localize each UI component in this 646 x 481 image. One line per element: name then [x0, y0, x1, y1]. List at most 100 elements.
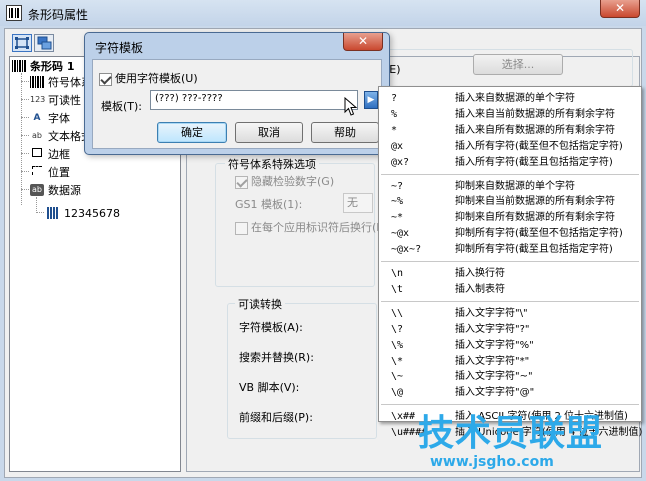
- readable-row-vb-script[interactable]: VB 脚本(V):: [239, 379, 299, 395]
- windows-icon: [37, 36, 52, 50]
- menu-item-description: 抑制来自当前数据源的所有剩余字符: [455, 196, 615, 208]
- menu-item-code: \n: [391, 268, 404, 279]
- menu-item-description: 插入换行符: [455, 268, 505, 279]
- menu-separator: [381, 173, 639, 175]
- menu-item-code: @x?: [391, 156, 410, 168]
- menu-item[interactable]: \* 插入文字字符"*": [379, 354, 641, 369]
- readable-row-search-replace[interactable]: 搜索并替换(R):: [239, 349, 314, 365]
- tree-item-text-format[interactable]: ab 文本格式: [30, 128, 92, 144]
- menu-item-description: 抑制所有字符(截至且包括指定字符): [455, 244, 613, 256]
- template-label: 模板(T):: [101, 100, 143, 113]
- readable-conversion-title: 可读转换: [235, 296, 285, 312]
- menu-item[interactable]: \% 插入文字字符"%": [379, 338, 641, 353]
- dialog-title: 字符模板: [95, 41, 144, 55]
- gs1-template-select[interactable]: 无: [343, 193, 373, 213]
- use-template-option[interactable]: 使用字符模板(U): [99, 70, 198, 86]
- gs1-template-label: GS1 模板(1):: [235, 198, 303, 211]
- menu-item-description: 插入制表符: [455, 283, 505, 295]
- ok-button[interactable]: 确定: [157, 122, 227, 143]
- menu-item-code: %: [391, 108, 398, 120]
- insert-symbol-button[interactable]: ▶: [364, 91, 378, 109]
- triangle-right-icon: ▶: [367, 95, 375, 105]
- tree-item-label: 位置: [48, 166, 70, 179]
- menu-item-description: 插入文字字符"?": [455, 323, 530, 335]
- expand-icon: [15, 37, 29, 49]
- data-field-icon: [46, 207, 60, 219]
- menu-item[interactable]: ~* 抑制来自所有数据源的所有剩余字符: [379, 210, 641, 225]
- watermark-url: www.jsgho.com: [430, 454, 554, 470]
- tree-item-border[interactable]: 边框: [30, 146, 70, 162]
- menu-item-description: 插入所有字符(截至且包括指定字符): [455, 156, 613, 168]
- text-format-icon: ab: [32, 131, 42, 140]
- menu-item[interactable]: % 插入来自当前数据源的所有剩余字符: [379, 107, 641, 122]
- menu-item-code: ~%: [391, 196, 404, 208]
- tree-item-label: 边框: [48, 148, 70, 161]
- dialog-close-button[interactable]: ✕: [343, 33, 383, 51]
- insert-symbol-menu: ? 插入来自数据源的单个字符% 插入来自当前数据源的所有剩余字符 * 插入来自所有数据源…: [378, 86, 642, 438]
- main-titlebar: 条形码属性 ✕: [0, 0, 646, 26]
- readable-row-template[interactable]: 字符模板(A):: [239, 319, 303, 335]
- tree-item-symbology[interactable]: 符号体系: [30, 74, 92, 90]
- data-source-icon: ab: [30, 184, 44, 196]
- menu-item[interactable]: \\ 插入文字字符"\": [379, 306, 641, 321]
- menu-item[interactable]: @x 插入所有字符(截至但不包括指定字符): [379, 139, 641, 154]
- tree-item-data-value[interactable]: 12345678: [46, 205, 120, 221]
- menu-item-code: @x: [391, 140, 404, 152]
- tree-item-label: 12345678: [64, 206, 120, 220]
- menu-item[interactable]: \? 插入文字字符"?": [379, 322, 641, 337]
- menu-item-code: \?: [391, 323, 404, 335]
- expand-tree-button[interactable]: [12, 34, 32, 52]
- cancel-button[interactable]: 取消: [235, 122, 303, 143]
- symbology-options-title: 符号体系特殊选项: [225, 156, 319, 172]
- menu-item-code: ~?: [391, 180, 404, 192]
- tree-item-readability[interactable]: 123 可读性: [30, 92, 81, 108]
- select-button[interactable]: 选择...: [473, 54, 563, 75]
- menu-item[interactable]: \t 插入制表符: [379, 282, 641, 297]
- menu-item-code: *: [391, 124, 398, 136]
- mouse-pointer-icon: [344, 97, 358, 116]
- template-input[interactable]: (???) ???-????: [150, 90, 358, 110]
- readable-row-prefix-suffix[interactable]: 前缀和后缀(P):: [239, 409, 313, 425]
- menu-item-description: 抑制来自所有数据源的所有剩余字符: [455, 212, 615, 224]
- menu-item-description: 插入来自所有数据源的所有剩余字符: [455, 124, 615, 136]
- barcode-app-icon: [6, 5, 22, 21]
- menu-item[interactable]: @x? 插入所有字符(截至且包括指定字符): [379, 155, 641, 170]
- hide-check-digit-option[interactable]: 隐藏检验数字(G): [235, 173, 334, 189]
- menu-item-description: 插入来自数据源的单个字符: [455, 93, 575, 104]
- menu-item-code: \@: [391, 387, 404, 399]
- tree-root-barcode[interactable]: 条形码 1: [12, 58, 74, 74]
- menu-item-code: \t: [391, 283, 404, 295]
- wrap-each-ai-checkbox[interactable]: [235, 221, 248, 235]
- menu-item[interactable]: ~% 抑制来自当前数据源的所有剩余字符: [379, 194, 641, 209]
- help-button[interactable]: 帮助: [311, 122, 379, 143]
- menu-item-code: ~@x~?: [391, 244, 422, 256]
- menu-item[interactable]: \@ 插入文字字符"@": [379, 385, 641, 400]
- menu-separator: [381, 261, 639, 262]
- hide-check-digit-label: 隐藏检验数字(G): [251, 175, 335, 188]
- use-template-checkbox[interactable]: [99, 72, 112, 86]
- wrap-each-ai-label: 在每个应用标识符后换行(L: [251, 221, 383, 234]
- barcode-icon: [12, 60, 26, 72]
- hide-check-digit-checkbox[interactable]: [235, 175, 248, 189]
- menu-item-description: 插入所有字符(截至但不包括指定字符): [455, 140, 623, 152]
- menu-item[interactable]: \~ 插入文字字符"~": [379, 369, 641, 384]
- menu-item[interactable]: \n 插入换行符: [379, 266, 641, 281]
- menu-item-code: \%: [391, 339, 404, 351]
- barcode-icon: [30, 76, 44, 88]
- main-close-button[interactable]: ✕: [600, 0, 640, 18]
- menu-item-code: \~: [391, 371, 404, 383]
- wrap-each-ai-option[interactable]: 在每个应用标识符后换行(L: [235, 219, 382, 235]
- menu-item[interactable]: ~@x~? 抑制所有字符(截至且包括指定字符): [379, 242, 641, 257]
- menu-item[interactable]: * 插入来自所有数据源的所有剩余字符: [379, 123, 641, 138]
- menu-item-description: 插入来自当前数据源的所有剩余字符: [455, 108, 615, 120]
- collapse-tree-button[interactable]: [34, 34, 54, 52]
- tree-root-label: 条形码 1: [30, 60, 75, 73]
- tree-item-font[interactable]: A 字体: [30, 110, 70, 126]
- tree-item-data-source[interactable]: ab 数据源: [30, 182, 81, 198]
- menu-separator: [381, 300, 639, 302]
- menu-item[interactable]: ~@x 抑制所有字符(截至但不包括指定字符): [379, 226, 641, 241]
- menu-item[interactable]: ~? 抑制来自数据源的单个字符: [379, 179, 641, 194]
- menu-item-description: 插入文字字符"@": [455, 387, 535, 399]
- menu-item[interactable]: ? 插入来自数据源的单个字符: [379, 91, 641, 106]
- tree-item-position[interactable]: 位置: [30, 164, 70, 180]
